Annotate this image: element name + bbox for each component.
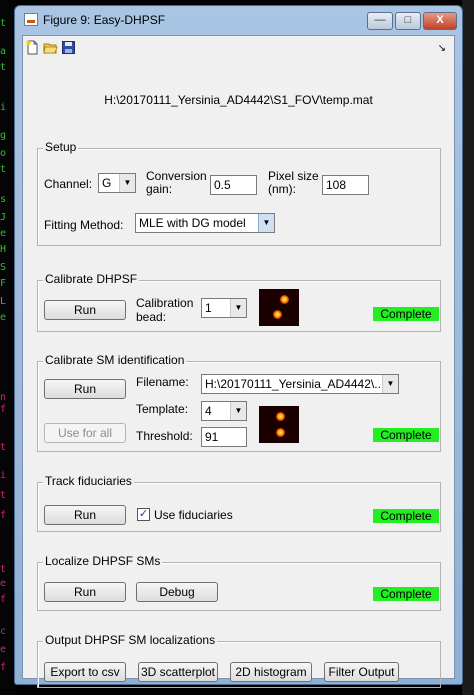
track-fiduciaries-status: Complete (373, 509, 439, 523)
open-folder-icon[interactable] (43, 40, 58, 55)
pixel-size-label: Pixel size (268, 169, 319, 183)
threshold-label: Threshold: (136, 429, 193, 443)
template-select[interactable]: 4 ▼ (201, 401, 247, 421)
psf-spot (276, 428, 285, 437)
calibration-bead-select[interactable]: 1 ▼ (201, 298, 247, 318)
track-fiduciaries-run-button[interactable]: Run (44, 505, 126, 525)
conversion-gain-input[interactable]: 0.5 (210, 175, 257, 195)
calibration-bead-image (259, 289, 299, 326)
calibrate-sm-run-button[interactable]: Run (44, 379, 126, 399)
calibrate-dhpsf-run-button[interactable]: Run (44, 300, 126, 320)
localize-title: Localize DHPSF SMs (43, 554, 163, 568)
fitting-method-label: Fitting Method: (44, 218, 124, 232)
scatterplot-3d-button[interactable]: 3D scatterplot (138, 662, 218, 682)
chevron-down-icon: ▼ (258, 214, 274, 232)
channel-value: G (102, 176, 112, 190)
localize-run-button[interactable]: Run (44, 582, 126, 602)
fitting-method-select[interactable]: MLE with DG model ▼ (135, 213, 275, 233)
dock-arrow-icon[interactable]: ↘ (438, 43, 446, 54)
chevron-down-icon: ▼ (382, 375, 398, 393)
output-title: Output DHPSF SM localizations (43, 633, 218, 647)
pixel-size-label-2: (nm): (268, 182, 296, 196)
track-fiduciaries-panel: Track fiduciaries Run ✓ Use fiduciaries … (37, 474, 441, 532)
close-button[interactable]: X (423, 12, 457, 30)
filter-output-button[interactable]: Filter Output (324, 662, 399, 682)
output-panel: Output DHPSF SM localizations Export to … (37, 633, 441, 688)
threshold-input[interactable]: 91 (201, 427, 247, 447)
localize-status: Complete (373, 587, 439, 601)
title-bar[interactable]: Figure 9: Easy-DHPSF — □ X (15, 6, 462, 33)
calibration-bead-value: 1 (205, 301, 212, 315)
template-image (259, 406, 299, 443)
calibration-bead-label: Calibration (136, 296, 194, 310)
use-for-all-button[interactable]: Use for all (44, 423, 126, 443)
maximize-button[interactable]: □ (395, 12, 421, 30)
template-label: Template: (136, 402, 189, 416)
calibrate-sm-status: Complete (373, 428, 439, 442)
minimize-button[interactable]: — (367, 12, 393, 30)
new-file-icon[interactable] (25, 40, 40, 55)
conversion-gain-label: Conversion (146, 169, 207, 183)
track-fiduciaries-title: Track fiduciaries (43, 474, 134, 488)
channel-label: Channel: (44, 177, 93, 191)
filename-select[interactable]: H:\20170111_Yersinia_AD4442\... ▼ (201, 374, 399, 394)
figure-client-area: ↘ H:\20170111_Yersinia_AD4442\S1_FOV\tem… (22, 35, 455, 688)
use-fiduciaries-label: Use fiduciaries (154, 508, 233, 522)
window-title: Figure 9: Easy-DHPSF (43, 13, 166, 27)
calibrate-dhpsf-title: Calibrate DHPSF (43, 272, 140, 286)
matlab-figure-icon (24, 13, 38, 26)
conversion-gain-label-2: gain: (146, 182, 173, 196)
gui-content: H:\20170111_Yersinia_AD4442\S1_FOV\temp.… (23, 59, 454, 688)
template-value: 4 (205, 404, 212, 418)
psf-spot (280, 295, 289, 304)
psf-spot (273, 310, 282, 319)
figure-toolbar: ↘ (23, 36, 454, 59)
filename-value: H:\20170111_Yersinia_AD4442\... (205, 377, 385, 391)
filename-label: Filename: (136, 375, 189, 389)
calibrate-dhpsf-panel: Calibrate DHPSF Run Calibration bead: 1 … (37, 272, 441, 332)
setup-panel: Setup Channel: G ▼ Conversion gain: 0.5 … (37, 140, 441, 246)
channel-select[interactable]: G ▼ (98, 173, 136, 193)
figure-window: Figure 9: Easy-DHPSF — □ X ↘ H:\20170111… (14, 5, 463, 688)
chevron-down-icon: ▼ (230, 299, 246, 317)
use-fiduciaries-checkbox[interactable]: ✓ (137, 508, 150, 521)
setup-panel-title: Setup (43, 140, 79, 154)
calibration-bead-label-2: bead: (136, 310, 167, 324)
pixel-size-input[interactable]: 108 (322, 175, 369, 195)
chevron-down-icon: ▼ (230, 402, 246, 420)
calibrate-sm-panel: Calibrate SM identification Run Use for … (37, 353, 441, 452)
export-csv-button[interactable]: Export to csv (44, 662, 126, 682)
localize-panel: Localize DHPSF SMs Run Debug Complete (37, 554, 441, 611)
debug-button[interactable]: Debug (136, 582, 218, 602)
fitting-method-value: MLE with DG model (139, 216, 246, 230)
calibrate-sm-title: Calibrate SM identification (43, 353, 187, 367)
calibrate-dhpsf-status: Complete (373, 307, 439, 321)
background-window-edge (462, 0, 474, 695)
chevron-down-icon: ▼ (119, 174, 135, 192)
save-icon[interactable] (61, 40, 76, 55)
file-path-label: H:\20170111_Yersinia_AD4442\S1_FOV\temp.… (104, 93, 373, 107)
psf-spot (276, 412, 285, 421)
histogram-2d-button[interactable]: 2D histogram (230, 662, 312, 682)
